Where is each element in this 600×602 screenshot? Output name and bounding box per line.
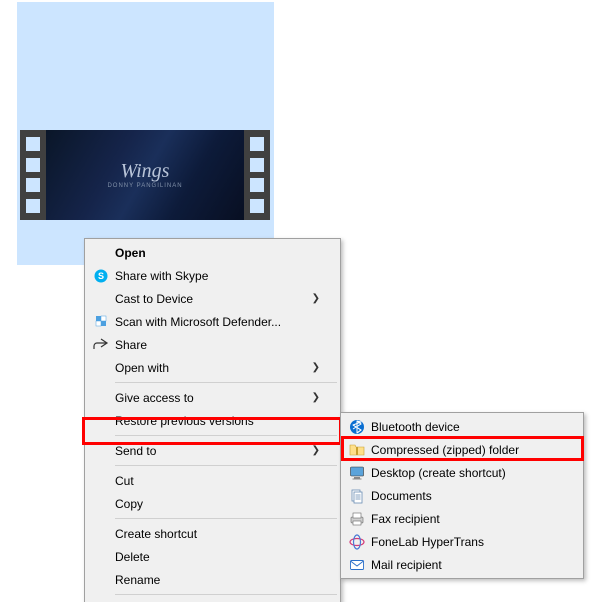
menu-label: Rename [115, 573, 320, 587]
menu-item-open[interactable]: Open [87, 241, 338, 264]
submenu-item-bluetooth[interactable]: Bluetooth device [343, 415, 581, 438]
submenu-item-desktop-shortcut[interactable]: Desktop (create shortcut) [343, 461, 581, 484]
menu-item-cut[interactable]: Cut [87, 469, 338, 492]
menu-label: Cut [115, 474, 320, 488]
bluetooth-icon [343, 419, 371, 435]
mail-icon [343, 557, 371, 573]
menu-label: Restore previous versions [115, 414, 320, 428]
fax-icon [343, 511, 371, 527]
submenu-item-hypertrans[interactable]: FoneLab HyperTrans [343, 530, 581, 553]
submenu-label: Desktop (create shortcut) [371, 466, 563, 480]
menu-label: Send to [115, 444, 294, 458]
menu-label: Give access to [115, 391, 294, 405]
menu-item-send-to[interactable]: Send to ❯ [87, 439, 338, 462]
menu-label: Create shortcut [115, 527, 320, 541]
menu-item-give-access[interactable]: Give access to ❯ [87, 386, 338, 409]
chevron-right-icon: ❯ [312, 362, 320, 373]
hypertrans-icon [343, 534, 371, 550]
submenu-label: Mail recipient [371, 558, 563, 572]
submenu-label: Fax recipient [371, 512, 563, 526]
menu-label: Share [115, 338, 320, 352]
film-strip-right [244, 130, 270, 220]
menu-item-rename[interactable]: Rename [87, 568, 338, 591]
film-strip-left [20, 130, 46, 220]
menu-item-delete[interactable]: Delete [87, 545, 338, 568]
menu-label: Open [115, 246, 320, 260]
menu-item-cast[interactable]: Cast to Device ❯ [87, 287, 338, 310]
send-to-submenu: Bluetooth device Compressed (zipped) fol… [340, 412, 584, 579]
context-menu: Open S Share with Skype Cast to Device ❯… [84, 238, 341, 602]
submenu-label: FoneLab HyperTrans [371, 535, 563, 549]
share-icon [87, 337, 115, 353]
menu-item-scan-defender[interactable]: Scan with Microsoft Defender... [87, 310, 338, 333]
menu-item-open-with[interactable]: Open with ❯ [87, 356, 338, 379]
menu-item-share[interactable]: Share [87, 333, 338, 356]
menu-item-share-skype[interactable]: S Share with Skype [87, 264, 338, 287]
video-subtitle-text: DONNY PANGILINAN [107, 183, 182, 189]
menu-separator [115, 594, 337, 595]
chevron-right-icon: ❯ [312, 392, 320, 403]
submenu-item-documents[interactable]: Documents [343, 484, 581, 507]
submenu-item-fax[interactable]: Fax recipient [343, 507, 581, 530]
menu-separator [115, 435, 337, 436]
submenu-item-mail[interactable]: Mail recipient [343, 553, 581, 576]
video-title-text: Wings [107, 161, 182, 181]
menu-label: Cast to Device [115, 292, 294, 306]
documents-icon [343, 488, 371, 504]
submenu-label: Documents [371, 489, 563, 503]
defender-shield-icon [87, 314, 115, 330]
submenu-label: Compressed (zipped) folder [371, 443, 563, 457]
menu-item-properties[interactable]: Properties [87, 598, 338, 602]
menu-separator [115, 518, 337, 519]
skype-icon: S [87, 268, 115, 284]
chevron-right-icon: ❯ [312, 445, 320, 456]
menu-separator [115, 382, 337, 383]
menu-label: Scan with Microsoft Defender... [115, 315, 320, 329]
submenu-label: Bluetooth device [371, 420, 563, 434]
chevron-right-icon: ❯ [312, 293, 320, 304]
submenu-item-compressed[interactable]: Compressed (zipped) folder [343, 438, 581, 461]
menu-item-create-shortcut[interactable]: Create shortcut [87, 522, 338, 545]
video-file-thumbnail[interactable]: Wings DONNY PANGILINAN [20, 130, 270, 220]
svg-text:S: S [98, 271, 104, 281]
menu-item-restore-versions[interactable]: Restore previous versions [87, 409, 338, 432]
zip-folder-icon [343, 442, 371, 458]
menu-label: Delete [115, 550, 320, 564]
video-preview-frame: Wings DONNY PANGILINAN [46, 130, 244, 220]
menu-separator [115, 465, 337, 466]
menu-item-copy[interactable]: Copy [87, 492, 338, 515]
menu-label: Copy [115, 497, 320, 511]
desktop-icon [343, 465, 371, 481]
menu-label: Share with Skype [115, 269, 320, 283]
menu-label: Open with [115, 361, 294, 375]
